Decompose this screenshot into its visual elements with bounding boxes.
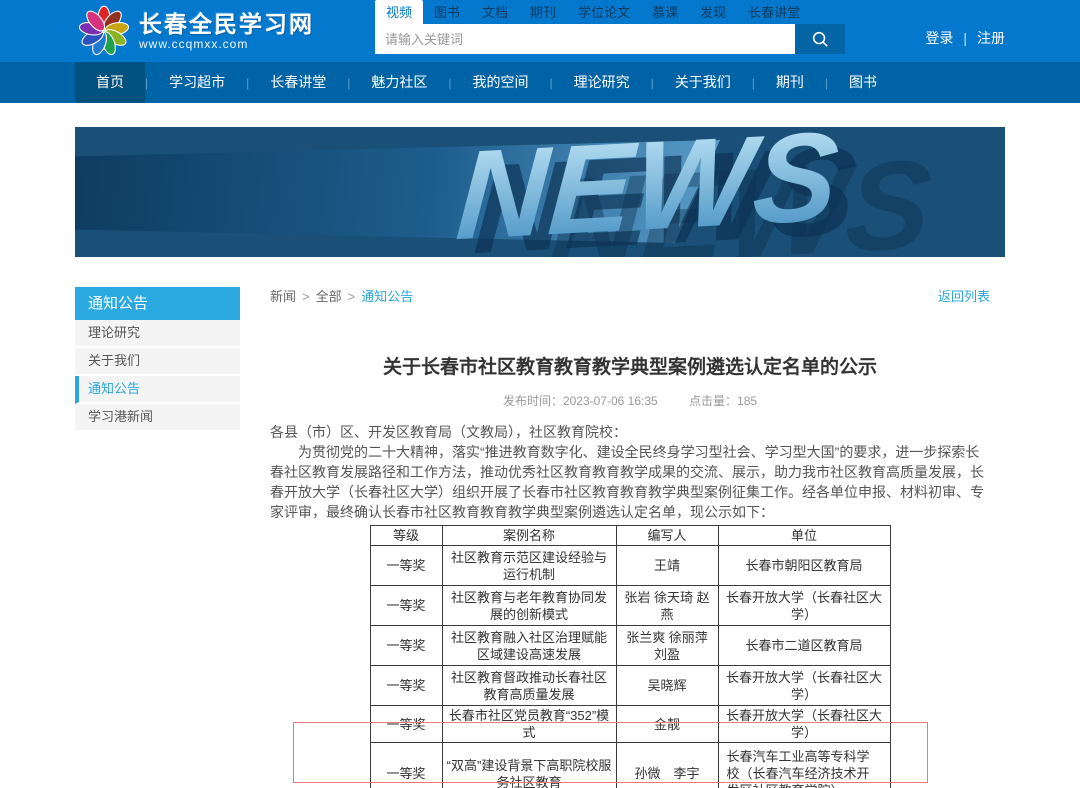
nav-item-5[interactable]: 理论研究 <box>553 62 651 103</box>
article: 新闻>全部>通知公告 返回列表 关于长春市社区教育教育教学典型案例遴选认定名单的… <box>270 287 990 788</box>
sidebar-title: 通知公告 <box>75 287 240 320</box>
table-header-cell-3: 单位 <box>718 526 890 546</box>
search-bar <box>375 24 845 54</box>
table-cell: 长春市朝阳区教育局 <box>718 546 890 586</box>
table-cell: 吴晓辉 <box>616 666 718 706</box>
breadcrumb-separator: > <box>348 287 356 307</box>
table-cell: 一等奖 <box>370 586 442 626</box>
table-cell: 一等奖 <box>370 706 442 743</box>
table-row-0: 一等奖社区教育示范区建设经验与运行机制王靖长春市朝阳区教育局 <box>370 546 890 586</box>
header-tabs: 视频图书文档期刊学位论文慕课发现长春讲堂 <box>375 0 845 24</box>
auth-links: 登录 | 注册 <box>925 28 1005 48</box>
nav-item-1[interactable]: 学习超市 <box>148 62 246 103</box>
content: 通知公告 理论研究关于我们通知公告学习港新闻 新闻>全部>通知公告 返回列表 关… <box>75 287 1005 788</box>
breadcrumb-row: 新闻>全部>通知公告 返回列表 <box>270 287 990 307</box>
table-cell: 长春市二道区教育局 <box>718 626 890 666</box>
table-cell: 一等奖 <box>370 666 442 706</box>
top-header: 长春全民学习网 www.ccqmxx.com 视频图书文档期刊学位论文慕课发现长… <box>0 0 1080 62</box>
register-link[interactable]: 注册 <box>977 28 1005 48</box>
header-tab-6[interactable]: 发现 <box>689 0 737 24</box>
article-meta: 发布时间：2023-07-06 16:35 点击量：185 <box>270 392 990 409</box>
article-body: 各县（市）区、开发区教育局（文教局），社区教育院校：为贯彻党的二十大精神，落实“… <box>270 422 990 522</box>
table-cell: 张岩 徐天琦 赵燕 <box>616 586 718 626</box>
nav-item-8[interactable]: 图书 <box>828 62 898 103</box>
breadcrumb-item-0[interactable]: 新闻 <box>270 287 296 307</box>
nav-item-4[interactable]: 我的空间 <box>452 62 550 103</box>
news-banner: NEWS NEWS NEWS <box>75 127 1005 257</box>
table-cell: 社区教育督政推动长春社区教育高质量发展 <box>442 666 616 706</box>
sidebar-list: 理论研究关于我们通知公告学习港新闻 <box>75 320 240 432</box>
table-cell: 一等奖 <box>370 743 442 788</box>
table-cell: 长春开放大学（长春社区大学） <box>718 706 890 743</box>
table-cell: 一等奖 <box>370 546 442 586</box>
table-cell: 孙微 李宇 <box>616 743 718 788</box>
search-input[interactable] <box>375 24 795 54</box>
main-nav-inner: 首页|学习超市|长春讲堂|魅力社区|我的空间|理论研究|关于我们|期刊|图书 <box>75 62 1005 103</box>
table-row-4: 一等奖长春市社区党员教育“352”模式金靓长春开放大学（长春社区大学） <box>370 706 890 743</box>
header-tab-7[interactable]: 长春讲堂 <box>737 0 811 24</box>
table-cell: 张兰爽 徐丽萍 刘盈 <box>616 626 718 666</box>
table-cell: 长春开放大学（长春社区大学） <box>718 666 890 706</box>
sidebar-item-2[interactable]: 通知公告 <box>75 376 240 404</box>
header-center: 视频图书文档期刊学位论文慕课发现长春讲堂 <box>375 0 845 54</box>
header-tab-4[interactable]: 学位论文 <box>567 0 641 24</box>
table-header-cell-2: 编写人 <box>616 526 718 546</box>
header-tab-0[interactable]: 视频 <box>375 0 423 24</box>
site-name: 长春全民学习网 <box>139 11 314 37</box>
table-cell: 王靖 <box>616 546 718 586</box>
table-cell: 社区教育融入社区治理赋能区域建设高速发展 <box>442 626 616 666</box>
table-cell: 长春市社区党员教育“352”模式 <box>442 706 616 743</box>
flower-pinwheel-icon <box>77 4 131 58</box>
table-cell: 长春开放大学（长春社区大学） <box>718 586 890 626</box>
search-button[interactable] <box>795 24 845 54</box>
table-header-cell-1: 案例名称 <box>442 526 616 546</box>
table-row-3: 一等奖社区教育督政推动长春社区教育高质量发展吴晓辉长春开放大学（长春社区大学） <box>370 666 890 706</box>
header-tab-2[interactable]: 文档 <box>471 0 519 24</box>
nav-item-2[interactable]: 长春讲堂 <box>249 62 347 103</box>
sidebar-item-3[interactable]: 学习港新闻 <box>75 404 240 432</box>
login-link[interactable]: 登录 <box>925 28 953 48</box>
page: 长春全民学习网 www.ccqmxx.com 视频图书文档期刊学位论文慕课发现长… <box>0 0 1080 788</box>
header-tab-5[interactable]: 慕课 <box>641 0 689 24</box>
breadcrumb: 新闻>全部>通知公告 <box>270 287 413 307</box>
article-paragraph-1: 为贯彻党的二十大精神，落实“推进教育数字化、建设全民终身学习型社会、学习型大国”… <box>270 442 990 522</box>
sidebar-item-0[interactable]: 理论研究 <box>75 320 240 348</box>
sidebar: 通知公告 理论研究关于我们通知公告学习港新闻 <box>75 287 240 432</box>
table-body: 一等奖社区教育示范区建设经验与运行机制王靖长春市朝阳区教育局一等奖社区教育与老年… <box>370 546 890 788</box>
table-cell: 长春汽车工业高等专科学校（长春汽车经济技术开发区社区教育学院） <box>718 743 890 788</box>
hit-count: 点击量：185 <box>689 394 757 408</box>
table-row-1: 一等奖社区教育与老年教育协同发展的创新模式张岩 徐天琦 赵燕长春开放大学（长春社… <box>370 586 890 626</box>
table-row-2: 一等奖社区教育融入社区治理赋能区域建设高速发展张兰爽 徐丽萍 刘盈长春市二道区教… <box>370 626 890 666</box>
breadcrumb-item-2[interactable]: 通知公告 <box>361 287 413 307</box>
table-cell: 社区教育示范区建设经验与运行机制 <box>442 546 616 586</box>
site-url: www.ccqmxx.com <box>139 37 314 51</box>
awards-table: 等级案例名称编写人单位 一等奖社区教育示范区建设经验与运行机制王靖长春市朝阳区教… <box>370 525 891 788</box>
nav-item-3[interactable]: 魅力社区 <box>350 62 448 103</box>
nav-item-0[interactable]: 首页 <box>75 62 145 103</box>
table-row-5: 一等奖“双高”建设背景下高职院校服务社区教育孙微 李宇长春汽车工业高等专科学校（… <box>370 743 890 788</box>
site-logo[interactable]: 长春全民学习网 www.ccqmxx.com <box>77 4 314 58</box>
table-cell: “双高”建设背景下高职院校服务社区教育 <box>442 743 616 788</box>
sidebar-item-1[interactable]: 关于我们 <box>75 348 240 376</box>
article-title: 关于长春市社区教育教育教学典型案例遴选认定名单的公示 <box>270 355 990 381</box>
table-cell: 社区教育与老年教育协同发展的创新模式 <box>442 586 616 626</box>
table-header-cell-0: 等级 <box>370 526 442 546</box>
header-tab-3[interactable]: 期刊 <box>519 0 567 24</box>
nav-item-7[interactable]: 期刊 <box>755 62 825 103</box>
back-to-list-link[interactable]: 返回列表 <box>938 287 990 307</box>
article-paragraph-0: 各县（市）区、开发区教育局（文教局），社区教育院校： <box>270 422 990 442</box>
breadcrumb-separator: > <box>302 287 310 307</box>
main-nav: 首页|学习超市|长春讲堂|魅力社区|我的空间|理论研究|关于我们|期刊|图书 <box>0 62 1080 103</box>
table-head-row: 等级案例名称编写人单位 <box>370 526 890 546</box>
breadcrumb-item-1[interactable]: 全部 <box>316 287 342 307</box>
auth-separator: | <box>963 30 967 46</box>
nav-item-6[interactable]: 关于我们 <box>654 62 752 103</box>
table-cell: 一等奖 <box>370 626 442 666</box>
magnifier-icon <box>811 30 829 48</box>
news-banner-text: NEWS <box>453 127 844 257</box>
table-cell: 金靓 <box>616 706 718 743</box>
publish-time: 发布时间：2023-07-06 16:35 <box>503 394 658 408</box>
header-tab-1[interactable]: 图书 <box>423 0 471 24</box>
